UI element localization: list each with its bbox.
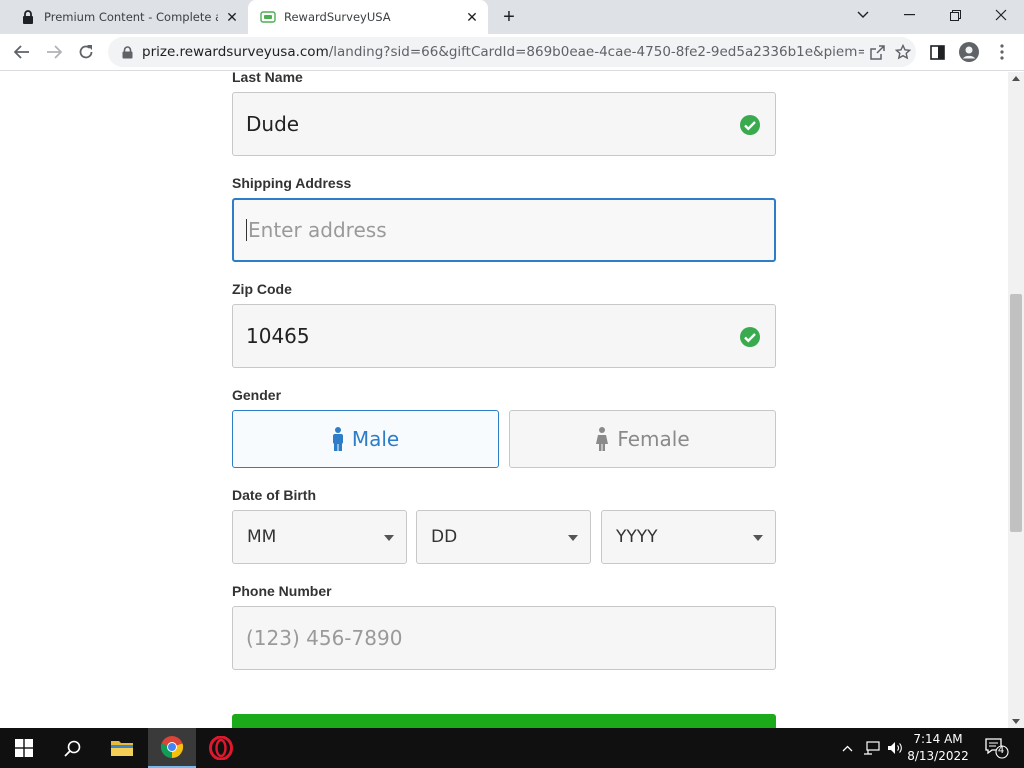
- submit-button[interactable]: [232, 714, 776, 728]
- scroll-up-arrow-icon[interactable]: [1012, 76, 1020, 81]
- shipping-address-placeholder: Enter address: [248, 218, 387, 242]
- minimize-icon: [903, 14, 915, 16]
- share-icon[interactable]: [864, 39, 890, 65]
- scroll-down-arrow-icon[interactable]: [1012, 719, 1020, 724]
- close-tab-icon[interactable]: ✕: [464, 9, 480, 25]
- windows-logo-icon: [15, 739, 33, 757]
- reload-button[interactable]: [73, 39, 99, 65]
- last-name-field[interactable]: Dude: [232, 92, 776, 156]
- lock-icon: [20, 9, 36, 25]
- address-bar[interactable]: prize.rewardsurveyusa.com/landing?sid=66…: [108, 37, 916, 67]
- restore-icon: [949, 9, 961, 21]
- forward-button[interactable]: [41, 39, 67, 65]
- tab-title: Premium Content - Complete an: [44, 10, 218, 24]
- zip-code-value: 10465: [246, 324, 310, 348]
- zip-code-label: Zip Code: [232, 281, 292, 297]
- text-cursor: [246, 219, 247, 241]
- url-domain: prize.rewardsurveyusa.com: [142, 44, 329, 60]
- avatar-icon: [959, 42, 979, 62]
- birth-day-select[interactable]: DD: [416, 510, 591, 564]
- menu-button[interactable]: [989, 39, 1015, 65]
- tab-title: RewardSurveyUSA: [284, 10, 391, 24]
- folder-icon: [111, 741, 133, 756]
- tab-rewardsurveyusa[interactable]: RewardSurveyUSA ✕: [248, 0, 488, 34]
- taskbar-search-button[interactable]: [48, 728, 96, 768]
- chevron-up-icon: [842, 745, 852, 751]
- gender-male-button[interactable]: Male: [232, 410, 499, 468]
- network-status-button[interactable]: [860, 728, 882, 768]
- side-panel-icon: [929, 44, 945, 60]
- dropdown-arrow-icon: [753, 535, 763, 541]
- opera-taskbar-button[interactable]: [197, 728, 245, 768]
- zip-code-field[interactable]: 10465: [232, 304, 776, 368]
- back-arrow-icon: [14, 45, 29, 59]
- file-explorer-button[interactable]: [98, 728, 146, 768]
- phone-number-placeholder: (123) 456-7890: [246, 626, 403, 650]
- gift-card-icon: [260, 9, 276, 25]
- dropdown-arrow-icon: [384, 535, 394, 541]
- last-name-label: Last Name: [232, 72, 303, 85]
- valid-check-icon: [740, 115, 760, 135]
- browser-toolbar: prize.rewardsurveyusa.com/landing?sid=66…: [0, 34, 1024, 71]
- close-window-button[interactable]: [978, 0, 1024, 30]
- male-person-icon: [332, 427, 343, 451]
- tab-premium-content[interactable]: Premium Content - Complete an ✕: [8, 0, 248, 34]
- gender-male-label: Male: [351, 427, 400, 451]
- opera-logo-icon: [209, 736, 233, 760]
- notification-count-badge: 4: [997, 745, 1005, 756]
- chevron-down-icon: [857, 11, 869, 18]
- tab-search-button[interactable]: [840, 0, 886, 30]
- network-icon: [863, 741, 880, 755]
- page-scrollbar[interactable]: [1008, 72, 1024, 728]
- close-tab-icon[interactable]: ✕: [224, 9, 240, 25]
- taskbar-clock[interactable]: 7:14 AM 8/13/2022: [900, 731, 976, 765]
- birth-year-value: YYYY: [616, 527, 658, 547]
- start-button[interactable]: [0, 728, 48, 768]
- bookmark-star-icon[interactable]: [890, 39, 916, 65]
- chrome-taskbar-button[interactable]: [148, 728, 196, 768]
- back-button[interactable]: [9, 39, 35, 65]
- last-name-value: Dude: [246, 112, 300, 136]
- url-path: /landing?sid=66&giftCardId=869b0eae-4cae…: [328, 44, 864, 60]
- lock-icon[interactable]: [120, 45, 134, 59]
- url-text[interactable]: prize.rewardsurveyusa.com/landing?sid=66…: [142, 44, 864, 60]
- close-icon: [995, 9, 1007, 21]
- chrome-logo-icon: [160, 736, 184, 758]
- forward-arrow-icon: [47, 45, 62, 59]
- page-viewport: Last Name Dude Shipping Address Enter ad…: [0, 72, 1008, 728]
- birth-year-select[interactable]: YYYY: [601, 510, 776, 564]
- kebab-menu-icon: [1000, 44, 1004, 60]
- shipping-address-field[interactable]: Enter address: [232, 198, 776, 262]
- birth-month-select[interactable]: MM: [232, 510, 407, 564]
- new-tab-button[interactable]: +: [498, 6, 520, 28]
- clock-date: 8/13/2022: [907, 749, 969, 763]
- show-hidden-icons-button[interactable]: [838, 728, 856, 768]
- gender-female-label: Female: [617, 427, 690, 451]
- gender-female-button[interactable]: Female: [509, 410, 776, 468]
- restore-button[interactable]: [932, 0, 978, 30]
- clock-time: 7:14 AM: [913, 732, 963, 746]
- search-icon: [63, 740, 80, 757]
- dropdown-arrow-icon: [568, 535, 578, 541]
- date-of-birth-label: Date of Birth: [232, 487, 316, 503]
- profile-button[interactable]: [956, 39, 982, 65]
- tab-strip: Premium Content - Complete an ✕ RewardSu…: [0, 0, 1024, 34]
- gender-label: Gender: [232, 387, 282, 403]
- action-center-button[interactable]: 4: [978, 728, 1014, 768]
- birth-day-value: DD: [431, 527, 458, 547]
- valid-check-icon: [740, 327, 760, 347]
- side-panel-button[interactable]: [924, 39, 950, 65]
- scrollbar-thumb[interactable]: [1010, 294, 1022, 532]
- phone-number-field[interactable]: (123) 456-7890: [232, 606, 776, 670]
- windows-taskbar: 7:14 AM 8/13/2022 4: [0, 728, 1024, 768]
- phone-number-label: Phone Number: [232, 583, 332, 599]
- reload-icon: [79, 45, 93, 59]
- birth-month-value: MM: [247, 527, 277, 547]
- shipping-address-label: Shipping Address: [232, 175, 352, 191]
- minimize-button[interactable]: [886, 0, 932, 30]
- female-person-icon: [596, 427, 609, 451]
